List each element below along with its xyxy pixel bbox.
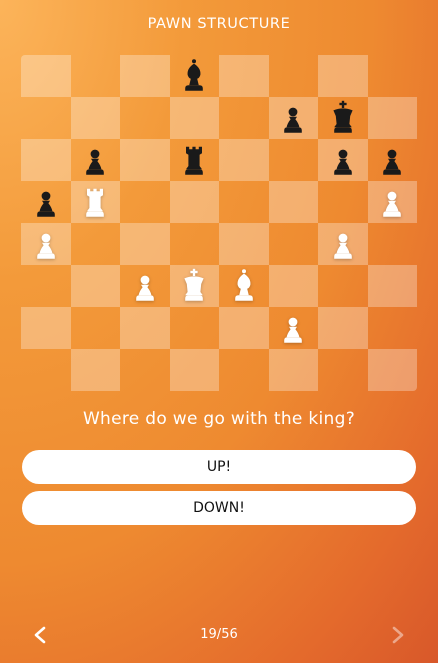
board-square[interactable] bbox=[268, 349, 318, 391]
board-square[interactable] bbox=[70, 181, 120, 223]
white-king-icon[interactable] bbox=[178, 268, 210, 304]
board-square[interactable] bbox=[318, 97, 368, 139]
board-square[interactable] bbox=[169, 181, 219, 223]
board-square[interactable] bbox=[170, 223, 220, 265]
board-square[interactable] bbox=[367, 265, 417, 307]
board-square[interactable] bbox=[219, 265, 269, 307]
board-square[interactable] bbox=[318, 139, 368, 181]
board-square[interactable] bbox=[318, 349, 368, 391]
black-pawn-icon[interactable] bbox=[30, 184, 62, 220]
board-square[interactable] bbox=[367, 181, 417, 223]
black-pawn-icon[interactable] bbox=[327, 142, 359, 178]
black-pawn-icon[interactable] bbox=[376, 142, 408, 178]
board-square[interactable] bbox=[21, 139, 71, 181]
page-title: PAWN STRUCTURE bbox=[147, 16, 291, 32]
board-square[interactable] bbox=[318, 307, 368, 349]
board-square[interactable] bbox=[120, 349, 170, 391]
board-square[interactable] bbox=[367, 349, 417, 391]
board-square[interactable] bbox=[70, 349, 120, 391]
white-pawn-icon[interactable] bbox=[376, 184, 408, 220]
puzzle-counter: 19/56 bbox=[200, 627, 238, 642]
black-pawn-icon[interactable] bbox=[277, 100, 309, 136]
board-square[interactable] bbox=[368, 55, 418, 97]
board-square[interactable] bbox=[170, 307, 220, 349]
board-square[interactable] bbox=[71, 307, 121, 349]
white-pawn-icon[interactable] bbox=[327, 226, 359, 262]
board-square[interactable] bbox=[120, 223, 170, 265]
black-pawn-icon[interactable] bbox=[79, 142, 111, 178]
board-square[interactable] bbox=[169, 97, 219, 139]
board-square[interactable] bbox=[120, 307, 170, 349]
board-square[interactable] bbox=[21, 55, 71, 97]
white-rook-icon[interactable] bbox=[79, 184, 111, 220]
board-square[interactable] bbox=[169, 265, 219, 307]
board-square[interactable] bbox=[219, 307, 269, 349]
board-square[interactable] bbox=[71, 223, 121, 265]
board-square[interactable] bbox=[170, 55, 220, 97]
board-square[interactable] bbox=[120, 265, 170, 307]
board-square[interactable] bbox=[269, 55, 319, 97]
board-square[interactable] bbox=[120, 139, 170, 181]
board-square[interactable] bbox=[21, 349, 71, 391]
board-square[interactable] bbox=[120, 55, 170, 97]
board-square[interactable] bbox=[170, 139, 220, 181]
board-square[interactable] bbox=[318, 223, 368, 265]
chess-board[interactable] bbox=[21, 55, 417, 391]
board-square[interactable] bbox=[368, 139, 418, 181]
board-square[interactable] bbox=[219, 55, 269, 97]
white-pawn-icon[interactable] bbox=[30, 226, 62, 262]
board-square[interactable] bbox=[268, 97, 318, 139]
board-square[interactable] bbox=[21, 265, 71, 307]
board-square[interactable] bbox=[219, 181, 269, 223]
board-square[interactable] bbox=[219, 349, 269, 391]
board-square[interactable] bbox=[269, 223, 319, 265]
board-square[interactable] bbox=[21, 307, 71, 349]
board-square[interactable] bbox=[269, 139, 319, 181]
answer-up-button[interactable]: UP! bbox=[22, 450, 416, 484]
board-square[interactable] bbox=[169, 349, 219, 391]
white-pawn-icon[interactable] bbox=[277, 310, 309, 346]
black-bishop-icon[interactable] bbox=[178, 58, 210, 94]
board-square[interactable] bbox=[269, 307, 319, 349]
board-square[interactable] bbox=[21, 181, 71, 223]
answer-down-button[interactable]: DOWN! bbox=[22, 491, 416, 525]
board-square[interactable] bbox=[71, 139, 121, 181]
board-square[interactable] bbox=[318, 55, 368, 97]
next-button[interactable] bbox=[386, 622, 410, 648]
white-pawn-icon[interactable] bbox=[129, 268, 161, 304]
board-square[interactable] bbox=[219, 139, 269, 181]
black-rook-icon[interactable] bbox=[178, 142, 210, 178]
board-square[interactable] bbox=[318, 181, 368, 223]
board-square[interactable] bbox=[368, 307, 418, 349]
board-square[interactable] bbox=[71, 55, 121, 97]
question-text: Where do we go with the king? bbox=[82, 409, 356, 429]
board-square[interactable] bbox=[368, 223, 418, 265]
board-square[interactable] bbox=[120, 97, 170, 139]
chevron-right-icon bbox=[392, 626, 404, 644]
board-square[interactable] bbox=[70, 97, 120, 139]
board-square[interactable] bbox=[21, 97, 71, 139]
board-square[interactable] bbox=[219, 223, 269, 265]
board-square[interactable] bbox=[21, 223, 71, 265]
black-king-icon[interactable] bbox=[327, 100, 359, 136]
board-square[interactable] bbox=[318, 265, 368, 307]
board-square[interactable] bbox=[268, 265, 318, 307]
board-square[interactable] bbox=[367, 97, 417, 139]
board-square[interactable] bbox=[219, 97, 269, 139]
board-square[interactable] bbox=[120, 181, 170, 223]
board-square[interactable] bbox=[70, 265, 120, 307]
white-bishop-icon[interactable] bbox=[228, 268, 260, 304]
board-square[interactable] bbox=[268, 181, 318, 223]
